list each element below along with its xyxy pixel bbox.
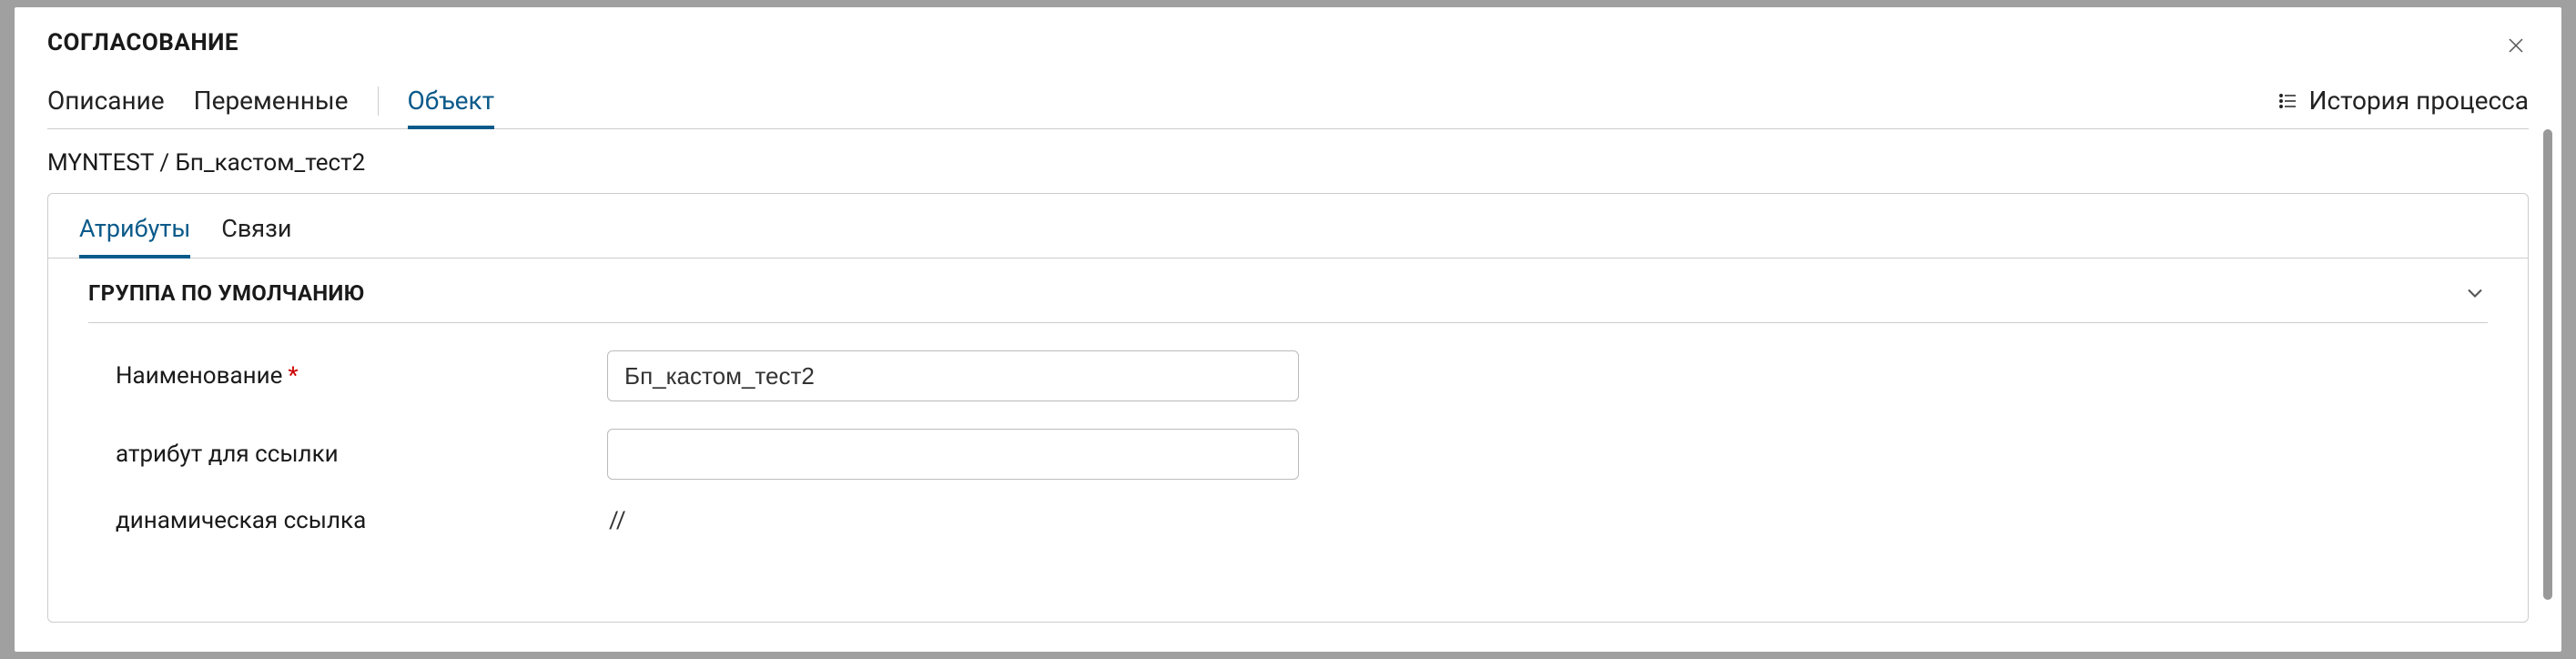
- object-panel: Атрибуты Связи ГРУППА ПО УМОЛЧАНИЮ Наиме…: [47, 193, 2529, 623]
- process-history-label: История процесса: [2308, 86, 2529, 116]
- field-label-link-attr: атрибут для ссылки: [116, 441, 607, 468]
- dyn-link-value: //: [607, 507, 626, 534]
- tab-divider: [378, 86, 379, 116]
- scrollbar-thumb[interactable]: [2543, 129, 2552, 600]
- process-history-link[interactable]: История процесса: [2277, 86, 2529, 128]
- tab-variables[interactable]: Переменные: [194, 86, 349, 128]
- chevron-down-icon: [2462, 280, 2488, 306]
- content-area: MYNTEST / Бп_кастом_тест2 Атрибуты Связи…: [47, 129, 2529, 624]
- group-title: ГРУППА ПО УМОЛЧАНИЮ: [88, 280, 365, 306]
- tab-description[interactable]: Описание: [47, 86, 165, 128]
- field-row-name: Наименование*: [116, 350, 2488, 401]
- group-section: ГРУППА ПО УМОЛЧАНИЮ Наименование* атрибу…: [48, 259, 2528, 534]
- dialog-header: СОГЛАСОВАНИЕ: [47, 29, 2529, 56]
- sub-tabs: Атрибуты Связи: [48, 194, 2528, 259]
- field-label-name: Наименование*: [116, 362, 607, 390]
- field-row-link-attr: атрибут для ссылки: [116, 429, 2488, 480]
- field-row-dyn-link: динамическая ссылка //: [116, 507, 2488, 534]
- link-attr-input[interactable]: [607, 429, 1299, 480]
- field-label-dyn-link: динамическая ссылка: [116, 507, 607, 534]
- name-input[interactable]: [607, 350, 1299, 401]
- approval-dialog: СОГЛАСОВАНИЕ Описание Переменные Объект …: [15, 7, 2561, 652]
- subtab-attributes[interactable]: Атрибуты: [79, 214, 190, 258]
- list-icon: [2277, 90, 2299, 112]
- tab-object[interactable]: Объект: [408, 86, 495, 128]
- subtab-relations[interactable]: Связи: [221, 214, 291, 258]
- close-button[interactable]: [2503, 33, 2529, 58]
- main-tabs: Описание Переменные Объект: [47, 86, 494, 128]
- group-header[interactable]: ГРУППА ПО УМОЛЧАНИЮ: [88, 280, 2488, 323]
- close-icon: [2505, 35, 2527, 56]
- fields: Наименование* атрибут для ссылки динамич…: [88, 323, 2488, 534]
- required-asterisk: *: [288, 362, 298, 390]
- dialog-title: СОГЛАСОВАНИЕ: [47, 29, 238, 56]
- breadcrumb: MYNTEST / Бп_кастом_тест2: [47, 149, 2529, 177]
- scrollbar[interactable]: [2543, 129, 2552, 624]
- main-tabs-row: Описание Переменные Объект История проце…: [47, 86, 2529, 129]
